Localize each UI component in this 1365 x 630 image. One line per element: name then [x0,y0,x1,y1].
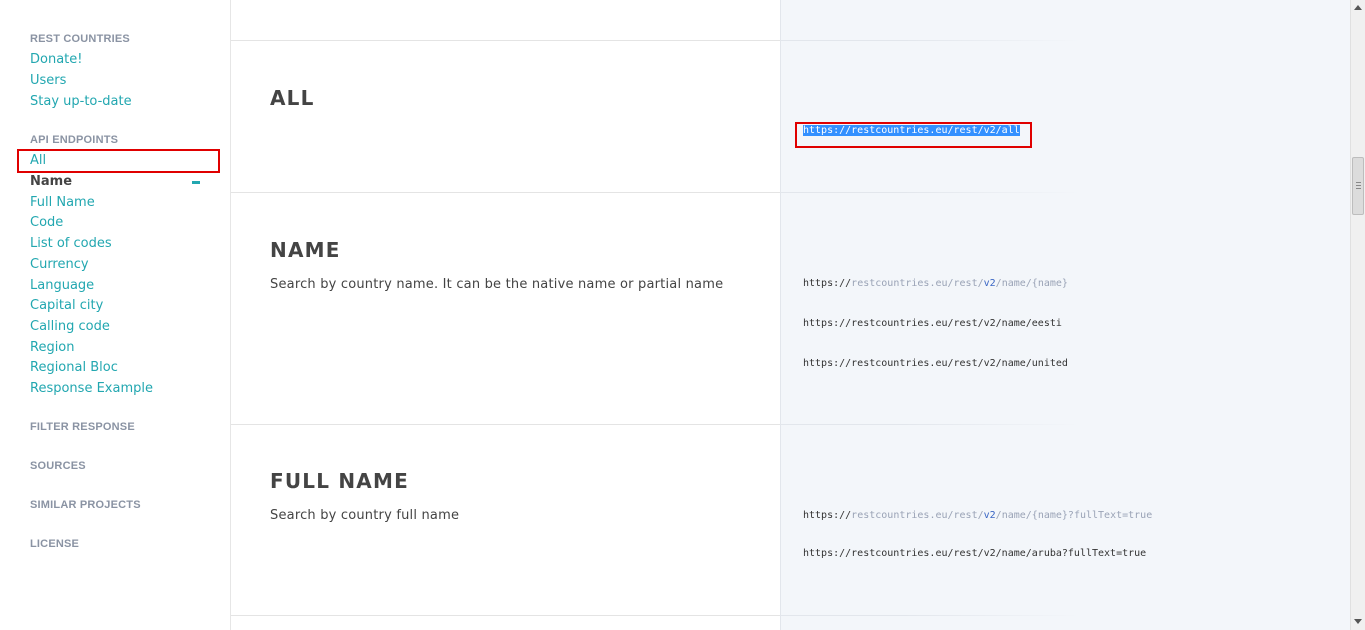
divider [231,615,780,616]
code-panel [780,0,1351,630]
sidebar-link-stay-up-to-date[interactable]: Stay up-to-date [30,94,132,109]
endpoint-example-name-1[interactable]: https://restcountries.eu/rest/v2/name/ee… [803,318,1062,329]
sidebar-link-regional-bloc[interactable]: Regional Bloc [30,360,118,375]
url-path: /name/{name} [995,510,1068,521]
sidebar-link-list-of-codes[interactable]: List of codes [30,236,112,251]
url-host: restcountries.eu/rest/ [851,510,984,521]
section-heading-filter-response[interactable]: FILTER RESPONSE [30,421,135,433]
sidebar-link-name[interactable]: Name [30,174,72,189]
active-indicator [192,181,200,184]
url-protocol: https:// [803,510,852,521]
section-heading-license[interactable]: LICENSE [30,538,79,550]
section-title-all: ALL [270,86,315,110]
sidebar-nav: REST COUNTRIES Donate! Users Stay up-to-… [0,0,231,630]
sidebar-link-donate[interactable]: Donate! [30,52,82,67]
sidebar-link-region[interactable]: Region [30,340,75,355]
section-title-name: NAME [270,238,341,262]
endpoint-url-all[interactable]: https://restcountries.eu/rest/v2/all [803,125,1020,136]
url-query: ?fullText=true [1067,510,1153,521]
sidebar-link-users[interactable]: Users [30,73,66,88]
divider [231,192,780,193]
url-protocol: https:// [803,278,852,289]
selected-url-text[interactable]: https://restcountries.eu/rest/v2/all [803,125,1020,136]
endpoint-template-name[interactable]: https://restcountries.eu/rest/v2/name/{n… [803,278,1068,289]
divider [781,424,1081,425]
endpoint-example-full-name-1[interactable]: https://restcountries.eu/rest/v2/name/ar… [803,548,1146,559]
section-heading-rest-countries[interactable]: REST COUNTRIES [30,33,130,45]
scroll-down-arrow-icon[interactable] [1354,619,1362,624]
grip-line [1356,188,1361,189]
divider [781,615,1081,616]
url-host: restcountries.eu/rest/ [851,278,984,289]
section-heading-similar-projects[interactable]: SIMILAR PROJECTS [30,499,141,511]
scrollbar-thumb[interactable] [1352,157,1364,215]
endpoint-template-full-name[interactable]: https://restcountries.eu/rest/v2/name/{n… [803,510,1152,521]
section-heading-api-endpoints[interactable]: API ENDPOINTS [30,134,118,146]
grip-line [1356,182,1361,183]
divider [231,424,780,425]
url-path: /name/{name} [995,278,1068,289]
url-version: v2 [983,510,996,521]
grip-line [1356,185,1361,186]
sidebar-link-all[interactable]: All [30,153,46,168]
sidebar-link-response-example[interactable]: Response Example [30,381,153,396]
divider [781,40,1081,41]
sidebar-link-currency[interactable]: Currency [30,257,89,272]
section-heading-sources[interactable]: SOURCES [30,460,86,472]
endpoint-example-name-2[interactable]: https://restcountries.eu/rest/v2/name/un… [803,358,1068,369]
sidebar-link-language[interactable]: Language [30,278,94,293]
divider [231,40,780,41]
vertical-scrollbar[interactable] [1350,0,1365,630]
url-version: v2 [983,278,996,289]
sidebar-link-code[interactable]: Code [30,215,63,230]
section-title-full-name: FULL NAME [270,469,409,493]
sidebar-link-calling-code[interactable]: Calling code [30,319,110,334]
sidebar-link-full-name[interactable]: Full Name [30,195,95,210]
scroll-up-arrow-icon[interactable] [1354,5,1362,10]
section-desc-name: Search by country name. It can be the na… [270,277,724,292]
section-desc-full-name: Search by country full name [270,508,460,523]
sidebar-link-capital-city[interactable]: Capital city [30,298,103,313]
divider [781,192,1081,193]
